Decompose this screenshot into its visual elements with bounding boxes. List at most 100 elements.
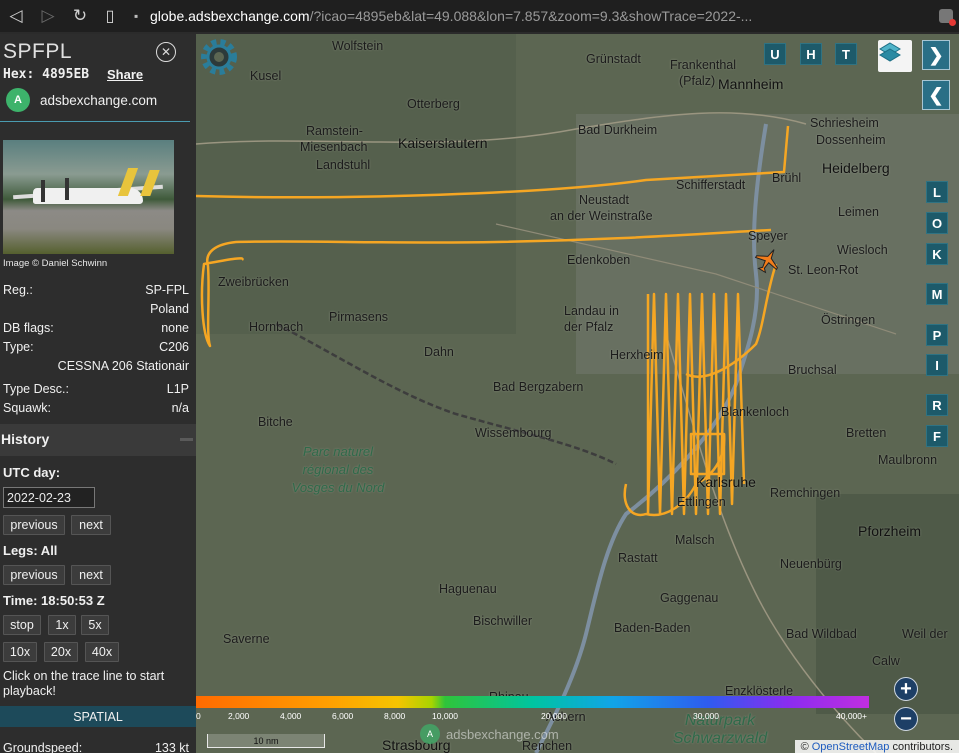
map-label: Rastatt [618, 551, 658, 565]
toggle-o-button[interactable]: O [926, 212, 948, 234]
toggle-l-button[interactable]: L [926, 181, 948, 203]
stop-button[interactable]: stop [3, 615, 41, 635]
hex-code: Hex: 4895EB [3, 67, 89, 82]
map-label: Ramstein- [306, 124, 363, 138]
map-label: Leimen [838, 205, 879, 219]
squawk-label: Squawk: [3, 401, 51, 415]
type-value: C206 [159, 340, 189, 354]
map-label: Herxheim [610, 348, 664, 362]
altitude-tick: 0 [196, 711, 201, 721]
db-flags-label: DB flags: [3, 321, 54, 335]
extension-icon[interactable] [933, 0, 959, 32]
zoom-in-button[interactable]: + [894, 677, 918, 701]
history-title: History [1, 431, 50, 447]
map-label: Schifferstadt [676, 178, 746, 192]
zoom-out-button[interactable]: − [894, 707, 918, 731]
hex-label: Hex: [3, 67, 35, 82]
map-attribution: © OpenStreetMap contributors. [794, 740, 959, 753]
toggle-i-button[interactable]: I [926, 354, 948, 376]
history-section-header[interactable]: History [0, 424, 196, 456]
map-label: Bischwiller [473, 614, 533, 628]
map-label: Gaggenau [660, 591, 719, 605]
map-label: Dahn [424, 345, 454, 359]
map-label: Bad Bergzabern [493, 380, 584, 394]
divider [0, 121, 190, 122]
groundspeed-label: Groundspeed: [3, 741, 83, 753]
type-desc-value: L1P [166, 382, 189, 396]
map-label: Dossenheim [816, 133, 886, 147]
close-icon[interactable]: ✕ [156, 42, 176, 62]
type-label: Type: [3, 340, 34, 354]
map-label: Wissembourg [475, 426, 552, 440]
watermark-text: adsbexchange.com [446, 726, 559, 742]
aircraft-photo[interactable] [3, 140, 174, 254]
collapse-icon[interactable] [180, 438, 193, 441]
map-label: Hornbach [249, 320, 304, 334]
toggle-k-button[interactable]: K [926, 243, 948, 265]
map-label: Bad Durkheim [578, 123, 658, 137]
next-leg-button[interactable]: next [71, 565, 111, 585]
db-flags-value: none [161, 321, 189, 335]
map-label: Frankenthal [670, 58, 737, 72]
hex-value: 4895EB [42, 67, 90, 82]
bookmark-icon[interactable]: ▯ [96, 6, 124, 26]
speed-40x-button[interactable]: 40x [85, 642, 119, 662]
spatial-section-header[interactable]: SPATIAL [0, 706, 196, 727]
adsbexchange-logo-icon: A [420, 724, 440, 744]
previous-leg-button[interactable]: previous [3, 565, 65, 585]
legs-label: Legs: All [3, 543, 58, 558]
aircraft-info-panel: SPFPL ✕ Hex: 4895EB Share A adsbexchange… [0, 34, 196, 753]
collapse-panel-button[interactable]: ❮ [922, 80, 950, 110]
next-day-button[interactable]: next [71, 515, 111, 535]
playback-hint: Click on the trace line to start playbac… [3, 669, 165, 698]
map-label: der Pfalz [564, 320, 614, 334]
previous-day-button[interactable]: previous [3, 515, 65, 535]
speed-5x-button[interactable]: 5x [81, 615, 109, 635]
map-label: Bruchsal [788, 363, 837, 377]
toggle-u-button[interactable]: U [764, 43, 786, 65]
expand-panel-button[interactable]: ❯ [922, 40, 950, 70]
map-label: Karlsruhe [696, 474, 756, 490]
altitude-tick: 40,000+ [836, 711, 867, 721]
map-label: Saverne [223, 632, 270, 646]
map-label: Neuenbürg [780, 557, 842, 571]
altitude-tick: 2,000 [228, 711, 250, 721]
map-label: Mannheim [718, 76, 784, 92]
copyright-symbol: © [800, 741, 809, 753]
settings-gear-icon[interactable] [196, 34, 242, 80]
map-label: Pforzheim [858, 523, 922, 539]
map-label: (Pfalz) [679, 74, 716, 88]
openstreetmap-link[interactable]: OpenStreetMap [812, 741, 890, 753]
speed-20x-button[interactable]: 20x [44, 642, 78, 662]
toggle-r-button[interactable]: R [926, 394, 948, 416]
layers-button[interactable] [878, 40, 912, 72]
toggle-m-button[interactable]: M [926, 283, 948, 305]
map-label: Bitche [258, 415, 293, 429]
toggle-p-button[interactable]: P [926, 324, 948, 346]
utc-day-label: UTC day: [3, 465, 61, 480]
back-icon[interactable]: ◁ [0, 0, 32, 32]
altitude-color-legend [196, 696, 869, 708]
forward-icon[interactable]: ▷ [32, 0, 64, 32]
scale-bar: 10 nm [207, 734, 325, 748]
map-label: Wiesloch [837, 243, 888, 257]
park-label: Parc naturel régional des Vosges du Nord [291, 444, 385, 495]
address-bar[interactable]: ▪ globe.adsbexchange.com/?icao=4895eb&la… [124, 0, 933, 32]
toggle-f-button[interactable]: F [926, 425, 948, 447]
share-link[interactable]: Share [107, 67, 143, 82]
speed-1x-button[interactable]: 1x [48, 615, 76, 635]
attribution-suffix: contributors. [892, 741, 953, 753]
layers-icon [879, 42, 901, 62]
url-host: globe.adsbexchange.com [150, 8, 310, 24]
map-label: Weil der [902, 627, 948, 641]
reload-icon[interactable]: ↻ [64, 0, 96, 32]
date-input[interactable] [3, 487, 95, 508]
toggle-t-button[interactable]: T [835, 43, 857, 65]
speed-10x-button[interactable]: 10x [3, 642, 37, 662]
callsign-title: SPFPL [3, 40, 73, 63]
brand-link[interactable]: A adsbexchange.com [6, 87, 157, 113]
map-label: Kusel [250, 69, 282, 83]
map-view[interactable]: Wolfstein Grünstadt Frankenthal (Pfalz) … [196, 34, 959, 753]
map-label: Kaiserslautern [398, 135, 488, 151]
toggle-h-button[interactable]: H [800, 43, 822, 65]
